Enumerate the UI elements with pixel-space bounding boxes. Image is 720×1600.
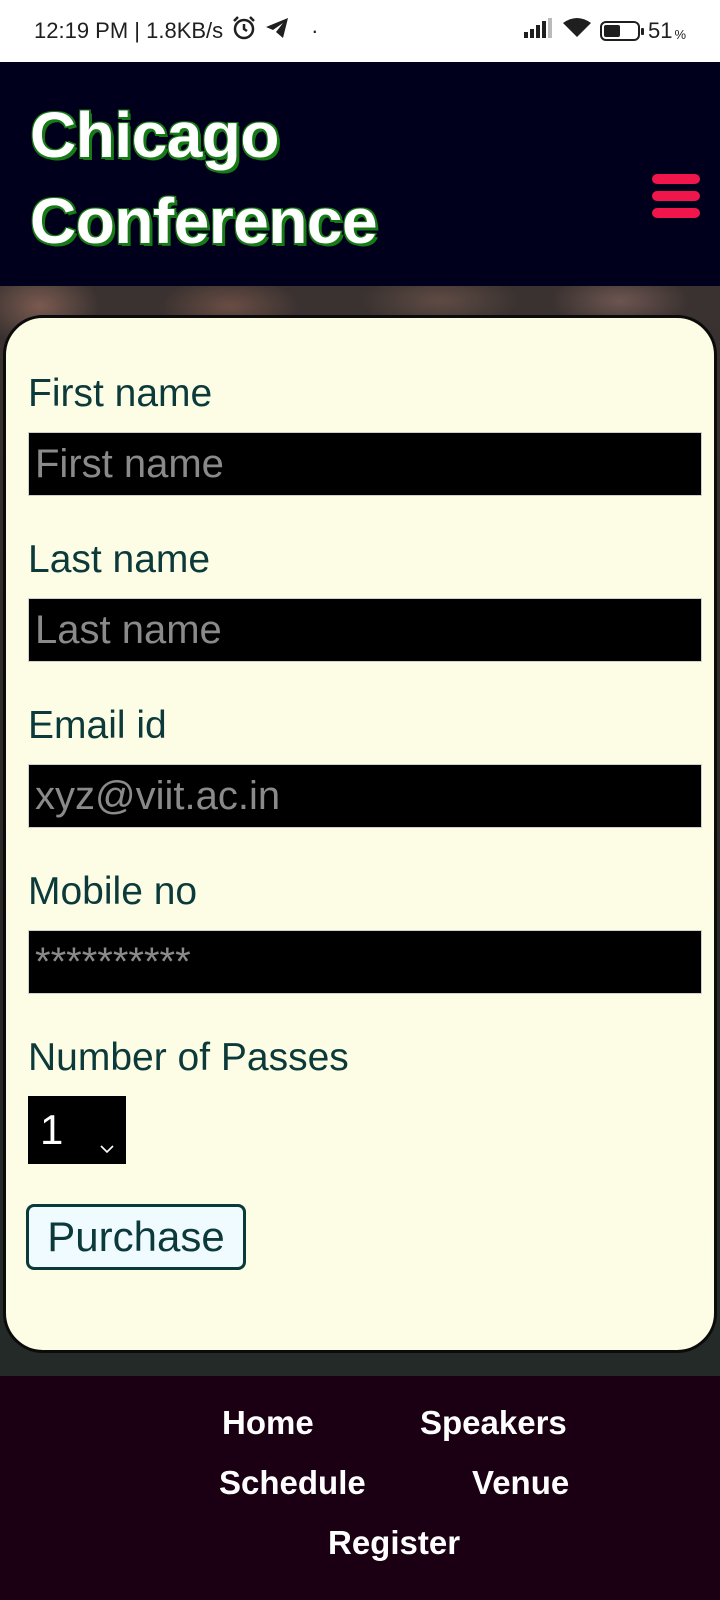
battery-percent-sign: %	[674, 26, 686, 42]
menu-bar-bottom	[652, 208, 700, 218]
nav-link-home[interactable]: Home	[222, 1404, 314, 1442]
mobile-input[interactable]	[28, 930, 702, 994]
footer-nav: Home Speakers Schedule Venue Register	[0, 1376, 720, 1600]
nav-link-register[interactable]: Register	[328, 1524, 460, 1562]
battery-icon	[599, 21, 644, 41]
hamburger-menu-icon[interactable]	[652, 174, 700, 218]
signal-icon	[523, 18, 554, 44]
passes-label: Number of Passes	[28, 1036, 349, 1079]
email-label: Email id	[28, 704, 167, 747]
site-title: Chicago Conference	[30, 99, 378, 257]
nav-link-venue[interactable]: Venue	[472, 1464, 569, 1502]
status-time: 12:19 PM | 1.8KB/s	[34, 18, 224, 43]
status-right: 51 %	[523, 17, 686, 45]
first-name-label: First name	[28, 372, 213, 415]
passes-select[interactable]: 1	[28, 1096, 126, 1164]
last-name-label: Last name	[28, 538, 211, 581]
menu-bar-middle	[652, 191, 700, 201]
purchase-button[interactable]: Purchase	[26, 1204, 246, 1270]
wifi-icon	[562, 17, 592, 45]
battery-percent: 51	[647, 18, 673, 43]
site-header: Chicago Conference	[0, 62, 720, 286]
passes-select-value: 1	[40, 1106, 64, 1153]
battery-fill	[603, 25, 621, 37]
registration-form: First name Last name Email id Mobile no …	[3, 315, 717, 1353]
last-name-input[interactable]	[28, 598, 702, 662]
nav-link-speakers[interactable]: Speakers	[420, 1404, 567, 1442]
first-name-input[interactable]	[28, 432, 702, 496]
mobile-label: Mobile no	[28, 870, 198, 913]
telegram-icon	[265, 17, 289, 45]
chevron-down-icon	[100, 1118, 114, 1154]
email-input[interactable]	[28, 764, 702, 828]
menu-bar-top	[652, 174, 700, 184]
status-bar: 12:19 PM | 1.8KB/s · 51 %	[0, 0, 720, 62]
page: 12:19 PM | 1.8KB/s · 51 % Chicago Confer…	[0, 0, 720, 1600]
status-dot: ·	[311, 18, 319, 43]
status-left: 12:19 PM | 1.8KB/s ·	[34, 15, 318, 47]
alarm-icon	[231, 15, 257, 47]
nav-link-schedule[interactable]: Schedule	[219, 1464, 366, 1502]
